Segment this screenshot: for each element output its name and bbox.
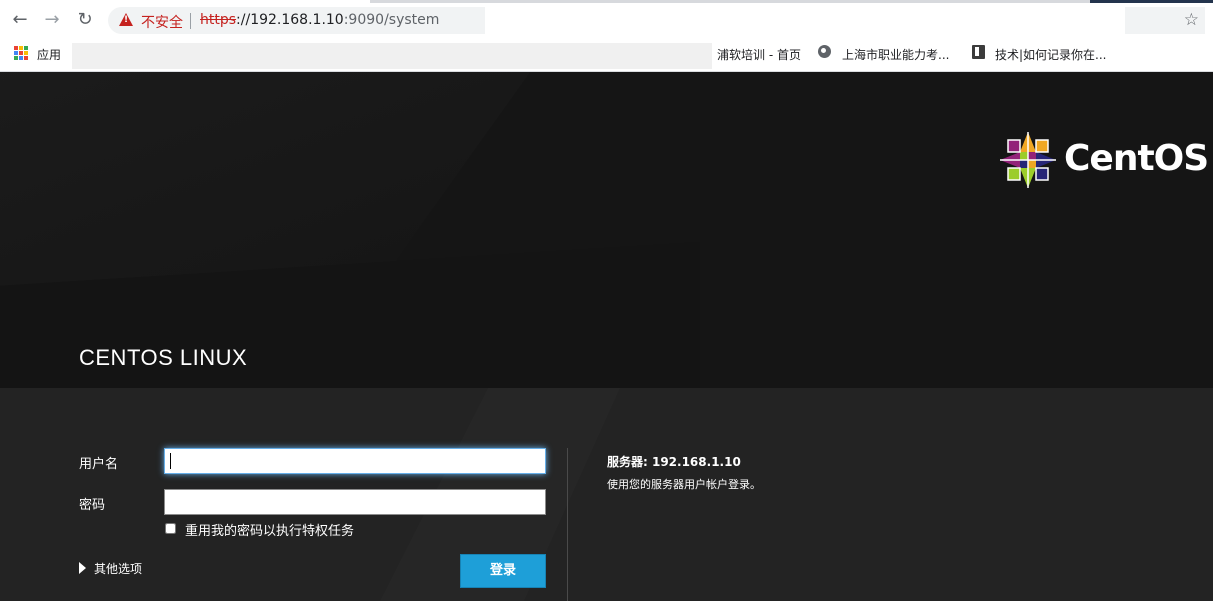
expand-triangle-icon bbox=[79, 562, 86, 574]
browser-toolbar: ← → ↻ 不安全 https://192.168.1.10:9090/syst… bbox=[0, 0, 1213, 40]
server-label: 服务器: 192.168.1.10 bbox=[607, 455, 741, 469]
server-description: 使用您的服务器用户帐户登录。 bbox=[607, 478, 761, 491]
login-button[interactable]: 登录 bbox=[460, 554, 546, 588]
logo-text: CentOS bbox=[1064, 138, 1209, 179]
tab-strip-segment bbox=[370, 0, 1090, 3]
bookmarks-bar: 应用 浦软培训 - 首页 上海市职业能力考... 技术|如何记录你在... bbox=[0, 40, 1213, 72]
bookmark-item[interactable]: 浦软培训 - 首页 bbox=[717, 46, 801, 63]
apps-dot bbox=[19, 46, 23, 50]
apps-dot bbox=[24, 56, 28, 60]
brand-title: CENTOS LINUX bbox=[79, 345, 248, 370]
url-scheme: https bbox=[200, 12, 237, 28]
url-path: :9090/system bbox=[343, 12, 440, 28]
divider bbox=[190, 13, 191, 29]
bookmark-star-icon[interactable]: ☆ bbox=[1184, 10, 1199, 30]
centos-logo: CentOS bbox=[998, 130, 1209, 190]
apps-dot bbox=[19, 51, 23, 55]
apps-link[interactable]: 应用 bbox=[37, 46, 61, 63]
apps-dot bbox=[24, 46, 28, 50]
bookmarks-redacted bbox=[72, 43, 712, 69]
username-label: 用户名 bbox=[79, 457, 119, 472]
password-label: 密码 bbox=[79, 498, 106, 513]
bookmark-item[interactable]: 上海市职业能力考... bbox=[842, 46, 949, 63]
other-options-label: 其他选项 bbox=[94, 562, 143, 576]
tab-strip-active bbox=[1090, 0, 1213, 3]
centos-emblem-icon bbox=[1000, 132, 1056, 188]
apps-dot bbox=[24, 51, 28, 55]
reuse-password-checkbox[interactable] bbox=[165, 523, 176, 534]
apps-dot bbox=[14, 56, 18, 60]
text-caret bbox=[170, 453, 171, 469]
apps-dot bbox=[19, 56, 23, 60]
divider bbox=[567, 448, 568, 601]
bookmark-item[interactable]: 技术|如何记录你在... bbox=[995, 46, 1107, 63]
reuse-password-label[interactable]: 重用我的密码以执行特权任务 bbox=[185, 520, 354, 539]
password-input[interactable] bbox=[164, 489, 546, 515]
other-options-toggle[interactable]: 其他选项 bbox=[79, 560, 142, 577]
reload-icon[interactable]: ↻ bbox=[74, 9, 96, 31]
apps-dot bbox=[14, 46, 18, 50]
forward-icon[interactable]: → bbox=[41, 9, 63, 31]
address-bar[interactable]: 不安全 https://192.168.1.10:9090/system ☆ bbox=[108, 7, 1205, 34]
globe-icon bbox=[818, 45, 831, 58]
username-input[interactable] bbox=[164, 448, 546, 474]
apps-dot bbox=[14, 51, 18, 55]
back-icon[interactable]: ← bbox=[9, 9, 31, 31]
login-hero bbox=[0, 72, 1213, 388]
url-host: ://192.168.1.10 bbox=[236, 12, 344, 28]
insecure-label[interactable]: 不安全 bbox=[141, 12, 183, 32]
warning-icon[interactable] bbox=[119, 13, 133, 26]
tab-strip bbox=[0, 0, 1213, 3]
url-text[interactable]: https://192.168.1.10:9090/system bbox=[200, 12, 439, 28]
bookmark-favicon-icon bbox=[972, 45, 985, 59]
apps-grid-icon[interactable] bbox=[14, 46, 28, 60]
